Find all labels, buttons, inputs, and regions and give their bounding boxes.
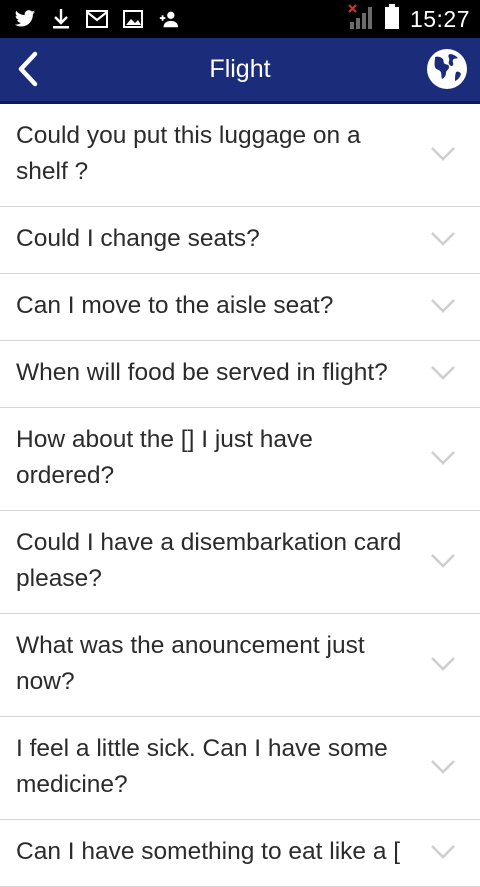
app-header: Flight — [0, 38, 480, 104]
list-item-text: Can I move to the aisle seat? — [16, 292, 334, 319]
list-item[interactable]: How about the [] I just have ordered? — [0, 408, 480, 511]
download-icon — [50, 8, 72, 30]
chevron-down-icon[interactable] — [430, 758, 456, 776]
system-icons: 15:27 — [348, 3, 470, 35]
language-button[interactable] — [426, 48, 468, 90]
list-item-text: What was the anouncement just now? — [16, 632, 365, 695]
notification-icons — [14, 7, 180, 31]
globe-icon — [427, 49, 467, 89]
chevron-down-icon[interactable] — [430, 449, 456, 467]
list-item-text: How about the [] I just have ordered? — [16, 426, 313, 489]
list-item[interactable]: Could I change seats? — [0, 207, 480, 274]
list-item[interactable]: When will food be served in flight? — [0, 341, 480, 408]
list-item-text: Can I have something to eat like a [ — [16, 838, 401, 865]
chevron-down-icon[interactable] — [430, 364, 456, 382]
chevron-down-icon[interactable] — [430, 145, 456, 163]
list-item-text: When will food be served in flight? — [16, 359, 388, 386]
battery-icon — [384, 3, 400, 35]
chevron-down-icon[interactable] — [430, 843, 456, 861]
list-item[interactable]: Could you put this luggage on a shelf ? — [0, 104, 480, 207]
add-contact-icon — [158, 8, 180, 30]
list-item[interactable]: What was the anouncement just now? — [0, 614, 480, 717]
phrase-list: Could you put this luggage on a shelf ? C… — [0, 104, 480, 887]
image-icon — [122, 8, 144, 30]
gmail-icon — [86, 8, 108, 30]
status-bar: 15:27 — [0, 0, 480, 38]
list-item[interactable]: Can I move to the aisle seat? — [0, 274, 480, 341]
page-title: Flight — [209, 55, 271, 83]
list-item-text: Could you put this luggage on a shelf ? — [16, 122, 361, 185]
list-item[interactable]: I feel a little sick. Can I have some me… — [0, 717, 480, 820]
chevron-down-icon[interactable] — [430, 297, 456, 315]
list-item-text: Could I have a disembarkation card pleas… — [16, 529, 402, 592]
no-signal-icon — [348, 3, 374, 35]
list-item[interactable]: Could I have a disembarkation card pleas… — [0, 511, 480, 614]
chevron-down-icon[interactable] — [430, 552, 456, 570]
chevron-down-icon[interactable] — [430, 230, 456, 248]
chevron-down-icon[interactable] — [430, 655, 456, 673]
list-item-text: I feel a little sick. Can I have some me… — [16, 735, 388, 798]
twitter-icon — [14, 8, 36, 30]
list-item-text: Could I change seats? — [16, 225, 260, 252]
status-time: 15:27 — [409, 5, 470, 32]
